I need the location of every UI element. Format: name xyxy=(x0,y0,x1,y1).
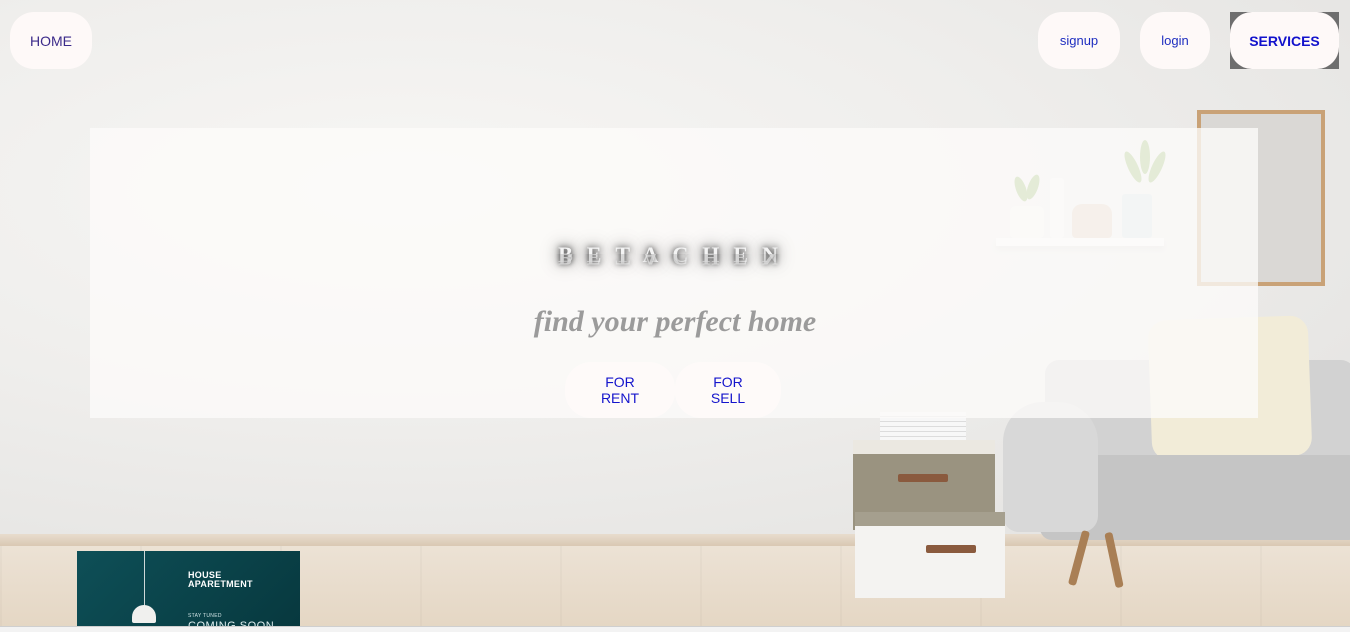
promo-card[interactable]: HOUSE APARETMENT STAY TUNED COMING SOON xyxy=(77,551,300,631)
promo-title: HOUSE APARETMENT xyxy=(188,570,253,589)
lamp-cord xyxy=(144,551,145,607)
box-handle xyxy=(898,474,948,482)
brand-reflection: BETACHEN xyxy=(558,254,792,270)
listing-type-buttons: FOR RENT FOR SELL xyxy=(565,362,781,418)
services-button[interactable]: SERVICES xyxy=(1230,12,1339,69)
login-button[interactable]: login xyxy=(1140,12,1210,69)
lamp-icon xyxy=(132,605,156,623)
for-rent-button[interactable]: FOR RENT xyxy=(565,362,675,418)
signup-button[interactable]: signup xyxy=(1038,12,1120,69)
sofa-arm xyxy=(1003,402,1098,532)
brand-logo: BETACHEN BETACHEN xyxy=(0,242,1350,270)
page-bottom-edge xyxy=(0,626,1350,632)
tagline: find your perfect home xyxy=(533,305,817,338)
box-handle xyxy=(926,545,976,553)
promo-subtitle: STAY TUNED xyxy=(188,613,222,619)
storage-box xyxy=(855,512,1005,598)
home-button[interactable]: HOME xyxy=(10,12,92,69)
for-sell-button[interactable]: FOR SELL xyxy=(675,362,781,418)
